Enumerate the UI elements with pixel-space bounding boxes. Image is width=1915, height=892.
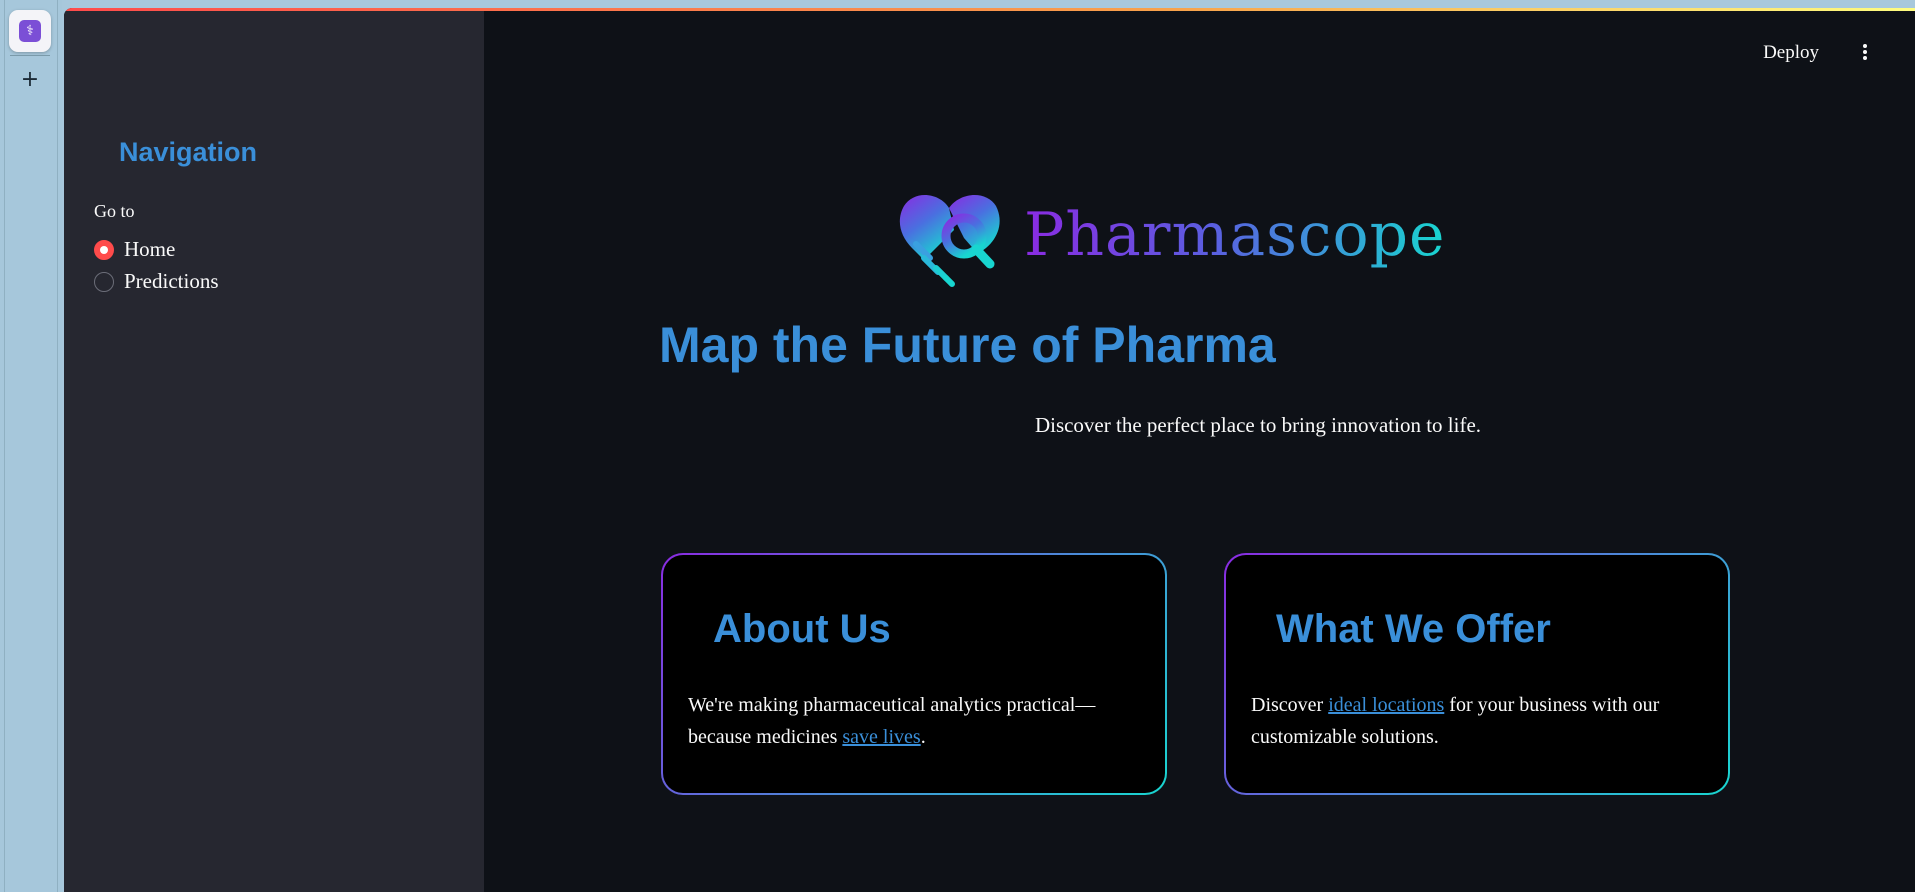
- save-lives-link[interactable]: save lives: [842, 726, 920, 748]
- radio-option-predictions[interactable]: Predictions: [94, 269, 219, 294]
- os-taskbar: ⚕ +: [0, 0, 62, 892]
- kebab-menu-icon[interactable]: [1855, 41, 1875, 63]
- ideal-locations-link[interactable]: ideal locations: [1328, 694, 1444, 716]
- card-about-us: About Us We're making pharmaceutical ana…: [661, 553, 1167, 795]
- radio-option-label: Home: [124, 237, 176, 261]
- app-tab-icon[interactable]: ⚕: [9, 10, 51, 52]
- sidebar-title: Navigation: [119, 137, 258, 167]
- brand-name: Pharmascope: [1024, 200, 1446, 270]
- taskbar-separator: [10, 55, 50, 56]
- hero-tagline-container: Discover the perfect place to bring inno…: [64, 413, 1915, 438]
- hero-title: Map the Future of Pharma: [659, 317, 1276, 373]
- heart-magnifier-logo-icon: [899, 194, 1000, 287]
- new-tab-plus-icon[interactable]: +: [18, 68, 42, 92]
- app-window: Navigation Go to Home Predictions Deploy: [64, 8, 1915, 892]
- taskbar-divider: [4, 0, 5, 892]
- taskbar-divider: [57, 0, 58, 892]
- card-text: We're making pharmaceutical analytics pr…: [688, 694, 1096, 748]
- card-what-we-offer: What We Offer Discover ideal locations f…: [1224, 553, 1730, 795]
- radio-button-selected[interactable]: [94, 239, 114, 260]
- radio-group-label: Go to: [94, 201, 135, 221]
- caduceus-icon: ⚕: [19, 20, 41, 42]
- card-text: Discover ideal locations for your busine…: [1251, 694, 1660, 748]
- radio-option-label: Predictions: [124, 269, 219, 293]
- hero-tagline: Discover the perfect place to bring inno…: [1034, 413, 1482, 437]
- deploy-button[interactable]: Deploy: [1763, 42, 1819, 64]
- sidebar: Navigation Go to Home Predictions: [64, 11, 484, 892]
- radio-button[interactable]: [94, 271, 114, 292]
- radio-option-home[interactable]: Home: [94, 237, 175, 262]
- card-title: What We Offer: [1276, 607, 1551, 651]
- card-title: About Us: [713, 607, 891, 651]
